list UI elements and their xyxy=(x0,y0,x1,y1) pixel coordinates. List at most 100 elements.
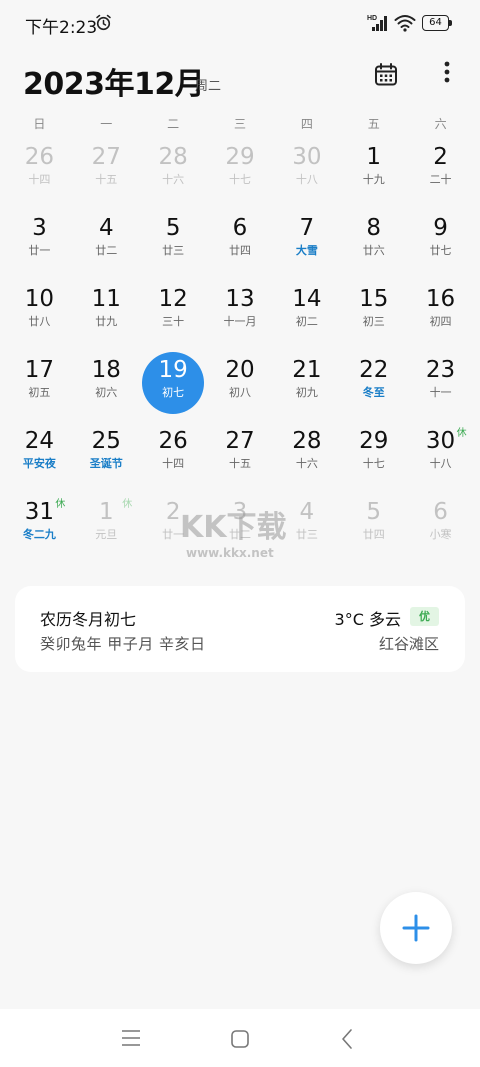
day-number: 25 xyxy=(91,428,121,454)
day-cell[interactable]: 15 初三 xyxy=(340,279,407,350)
day-cell[interactable]: 26 十四 xyxy=(140,421,207,492)
day-cell[interactable]: 1 十九 xyxy=(340,137,407,208)
day-cell[interactable]: 27 十五 xyxy=(207,421,274,492)
day-cell[interactable]: 9 廿七 xyxy=(407,208,474,279)
day-cell[interactable]: 8 廿六 xyxy=(340,208,407,279)
day-cell[interactable]: 12 三十 xyxy=(140,279,207,350)
add-event-button[interactable] xyxy=(380,892,452,964)
day-cell[interactable]: 18 初六 xyxy=(73,350,140,421)
day-number: 28 xyxy=(158,144,188,170)
watermark-logo-text: KK下载 xyxy=(180,510,287,545)
day-cell[interactable]: 28 十六 xyxy=(273,421,340,492)
menu-icon[interactable] xyxy=(121,1029,141,1047)
lunar-day-label: 十五 xyxy=(228,457,251,470)
day-number: 9 xyxy=(433,215,448,241)
day-cell[interactable]: 3 廿一 xyxy=(6,208,73,279)
day-cell[interactable]: 20 初八 xyxy=(207,350,274,421)
lunar-day-label: 初四 xyxy=(429,315,452,328)
weather-location: 红谷滩区 xyxy=(378,635,439,653)
day-number: 13 xyxy=(225,286,255,312)
day-cell[interactable]: 2 二十 xyxy=(407,137,474,208)
day-cell[interactable]: 30 十八休 xyxy=(407,421,474,492)
day-number: 6 xyxy=(433,499,448,525)
calendar-icon[interactable] xyxy=(372,61,400,89)
day-cell[interactable]: 29 十七 xyxy=(207,137,274,208)
day-cell[interactable]: 30 十八 xyxy=(273,137,340,208)
day-cell[interactable]: 6 廿四 xyxy=(207,208,274,279)
day-info-card[interactable]: 农历冬月初七 癸卯兔年 甲子月 辛亥日 3°C 多云 优 红谷滩区 xyxy=(15,586,465,672)
day-cell[interactable]: 24 平安夜 xyxy=(6,421,73,492)
day-number: 29 xyxy=(225,144,255,170)
day-number: 3 xyxy=(32,215,47,241)
day-number: 5 xyxy=(165,215,181,241)
day-number: 7 xyxy=(299,215,315,241)
day-cell[interactable]: 17 初五 xyxy=(6,350,73,421)
day-cell[interactable]: 4 廿二 xyxy=(73,208,140,279)
system-navigation-bar xyxy=(0,1009,480,1067)
day-cell[interactable]: 5 廿三 xyxy=(140,208,207,279)
day-number: 21 xyxy=(292,357,322,383)
lunar-day-label: 初八 xyxy=(228,386,251,399)
home-icon[interactable] xyxy=(230,1029,250,1049)
weather-summary[interactable]: 3°C 多云 xyxy=(335,606,401,630)
day-cell[interactable]: 11 廿九 xyxy=(73,279,140,350)
day-cell[interactable]: 29 十七 xyxy=(340,421,407,492)
lunar-day-label: 十七 xyxy=(228,173,251,186)
day-cell[interactable]: 31 冬二九休 xyxy=(6,492,73,563)
day-cell[interactable]: 10 廿八 xyxy=(6,279,73,350)
lunar-day-label: 十八 xyxy=(295,173,318,186)
day-cell[interactable]: 25 圣诞节 xyxy=(73,421,140,492)
battery-tip xyxy=(449,20,452,26)
battery-indicator: 64 xyxy=(422,15,452,31)
lunar-day-label: 十七 xyxy=(362,457,385,470)
day-cell[interactable]: 5 廿四 xyxy=(340,492,407,563)
month-grid: 26 十四 27 十五 28 十六 29 十七 30 十八 1 十九 2 二十 3 廿一 4 廿二 5 廿三 6 廿四 7 大… xyxy=(6,137,474,563)
lunar-day-label: 十六 xyxy=(295,457,318,470)
lunar-day-label: 廿六 xyxy=(362,244,385,257)
day-number: 26 xyxy=(24,144,55,170)
lunar-day-label: 廿三 xyxy=(162,244,185,257)
day-cell[interactable]: 16 初四 xyxy=(407,279,474,350)
day-cell-today[interactable]: 19 初七 xyxy=(140,350,207,421)
lunar-day-label: 小寒 xyxy=(429,528,452,541)
day-cell[interactable]: 7 大雪 xyxy=(273,208,340,279)
wifi-icon xyxy=(394,15,416,32)
day-number: 1 xyxy=(366,144,382,170)
day-cell[interactable]: 26 十四 xyxy=(6,137,73,208)
lunar-day-label: 元旦 xyxy=(95,528,118,541)
lunar-day-label: 十一月 xyxy=(223,315,257,328)
day-number: 11 xyxy=(91,286,121,312)
day-cell[interactable]: 28 十六 xyxy=(140,137,207,208)
weekday-row: 日 一 二 三 四 五 六 xyxy=(6,115,474,135)
day-cell[interactable]: 23 十一 xyxy=(407,350,474,421)
lunar-day-label: 廿七 xyxy=(429,244,452,257)
lunar-day-label: 初六 xyxy=(95,386,118,399)
festival-label: 冬二九 xyxy=(22,528,56,541)
weekday-label-sat: 六 xyxy=(434,117,447,131)
day-cell[interactable]: 13 十一月 xyxy=(207,279,274,350)
back-icon[interactable] xyxy=(340,1028,354,1050)
lunar-day-label: 初五 xyxy=(28,386,51,399)
day-number: 18 xyxy=(91,357,121,383)
day-cell[interactable]: 6 小寒 xyxy=(407,492,474,563)
day-number: 23 xyxy=(425,357,456,383)
day-number: 2 xyxy=(433,144,448,170)
month-title[interactable]: 2023年12月 xyxy=(23,59,205,103)
weekday-label-fri: 五 xyxy=(367,117,380,131)
lunar-day-label: 十四 xyxy=(28,173,51,186)
weekday-label-wed: 三 xyxy=(234,117,247,131)
day-cell[interactable]: 27 十五 xyxy=(73,137,140,208)
lunar-day-label: 廿八 xyxy=(28,315,51,328)
status-bar: 下午2:23 HD 64 xyxy=(0,0,480,46)
day-cell[interactable]: 14 初二 xyxy=(273,279,340,350)
lunar-day-label: 二十 xyxy=(429,173,452,186)
festival-label: 平安夜 xyxy=(22,457,56,470)
festival-label: 冬至 xyxy=(362,386,385,399)
more-options-icon[interactable] xyxy=(437,59,457,89)
day-cell[interactable]: 1 元旦休 xyxy=(73,492,140,563)
lunar-day-label: 十一 xyxy=(429,386,452,399)
battery-level: 64 xyxy=(422,15,449,31)
lunar-day-label: 廿四 xyxy=(362,528,385,541)
day-cell[interactable]: 22 冬至 xyxy=(340,350,407,421)
day-cell[interactable]: 21 初九 xyxy=(273,350,340,421)
